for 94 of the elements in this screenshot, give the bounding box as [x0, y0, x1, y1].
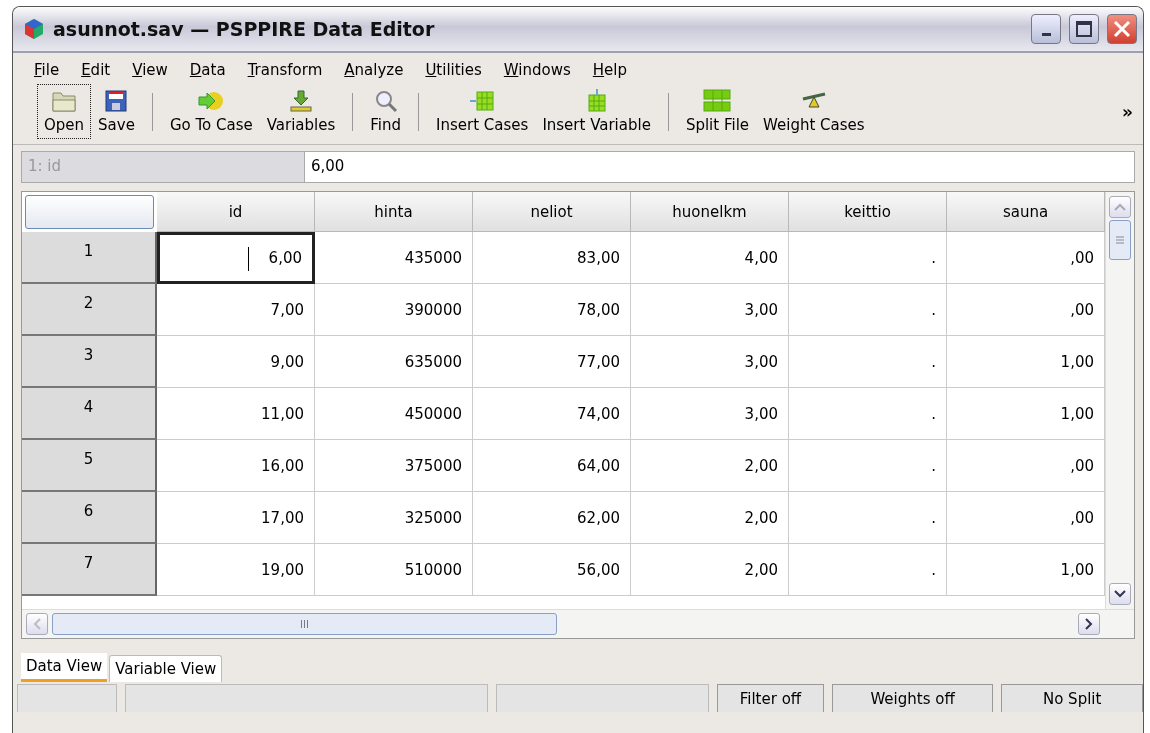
table-cell[interactable]: .: [789, 440, 947, 492]
column-header[interactable]: huonelkm: [631, 192, 789, 232]
menu-item[interactable]: Edit: [70, 61, 122, 79]
table-cell[interactable]: 62,00: [473, 492, 631, 544]
status-field: Weights off: [831, 684, 994, 712]
horizontal-scrollbar[interactable]: III: [22, 609, 1134, 638]
table-cell[interactable]: .: [789, 284, 947, 336]
toolbar-button[interactable]: Save: [91, 84, 142, 139]
arrow-icon: [197, 89, 226, 113]
table-cell[interactable]: 510000: [315, 544, 473, 596]
table-cell[interactable]: 435000: [315, 232, 473, 284]
row-header[interactable]: 6: [22, 492, 157, 544]
menu-item[interactable]: Data: [178, 61, 237, 79]
scroll-thumb[interactable]: III: [52, 613, 557, 635]
cube-icon: [23, 18, 45, 40]
table-icon: [469, 89, 496, 113]
toolbar-button[interactable]: Split File: [678, 84, 757, 139]
table-cell[interactable]: 74,00: [473, 388, 631, 440]
table-cell[interactable]: 325000: [315, 492, 473, 544]
table-cell[interactable]: 77,00: [473, 336, 631, 388]
variables-icon: [288, 89, 315, 113]
column-header[interactable]: id: [157, 192, 315, 232]
table-cell[interactable]: 64,00: [473, 440, 631, 492]
overflow-button[interactable]: »: [1122, 101, 1133, 122]
menu-item[interactable]: File: [23, 61, 71, 79]
select-all-button[interactable]: [25, 195, 154, 229]
menu-item[interactable]: Utilities: [414, 61, 493, 79]
toolbar-button[interactable]: Go To Case: [162, 84, 260, 139]
table-cell[interactable]: 7,00: [157, 284, 315, 336]
table-cell[interactable]: .: [789, 232, 947, 284]
window-title: asunnot.sav — PSPPIRE Data Editor: [53, 18, 436, 40]
table-cell[interactable]: 390000: [315, 284, 473, 336]
menu-item[interactable]: Help: [581, 61, 639, 79]
split-table-icon: [703, 89, 732, 113]
status-field: No Split: [1001, 684, 1143, 712]
table-cell[interactable]: 56,00: [473, 544, 631, 596]
row-header[interactable]: 3: [22, 336, 157, 388]
folder-icon: [51, 89, 78, 113]
table-cell[interactable]: 3,00: [631, 388, 789, 440]
row-header[interactable]: 5: [22, 440, 157, 492]
table-cell[interactable]: 450000: [315, 388, 473, 440]
toolbar-button[interactable]: Insert Variable: [535, 84, 658, 139]
minimize-icon: [1041, 32, 1051, 36]
tab[interactable]: Data View: [21, 653, 108, 682]
table-cell[interactable]: 16,00: [157, 440, 315, 492]
column-header[interactable]: hinta: [315, 192, 473, 232]
vertical-scrollbar[interactable]: [1105, 192, 1134, 609]
scroll-thumb[interactable]: [1109, 220, 1131, 260]
table-cell[interactable]: 83,00: [473, 232, 631, 284]
table-cell[interactable]: 375000: [315, 440, 473, 492]
status-field: Filter off: [717, 684, 824, 712]
toolbar-button[interactable]: Find: [363, 84, 409, 139]
toolbar-button[interactable]: Open: [37, 84, 92, 139]
column-header[interactable]: neliot: [473, 192, 631, 232]
table-cell[interactable]: 19,00: [157, 544, 315, 596]
table-cell[interactable]: 6,00: [157, 232, 315, 284]
close-icon: [1113, 20, 1131, 38]
table-cell[interactable]: 635000: [315, 336, 473, 388]
search-icon: [373, 89, 398, 113]
table-cell[interactable]: 9,00: [157, 336, 315, 388]
table-cell[interactable]: .: [789, 544, 947, 596]
table-cell[interactable]: 3,00: [631, 284, 789, 336]
grip-icon: [1115, 235, 1125, 245]
menu-item[interactable]: View: [121, 61, 179, 79]
save-icon: [104, 89, 129, 113]
row-header[interactable]: 2: [22, 284, 157, 336]
table-cell[interactable]: .: [789, 336, 947, 388]
toolbar-button[interactable]: Insert Cases: [429, 84, 536, 139]
maximize-icon: [1076, 21, 1092, 37]
tab[interactable]: Variable View: [109, 655, 223, 682]
table-cell[interactable]: 2,00: [631, 440, 789, 492]
menu-item[interactable]: Windows: [492, 61, 582, 79]
row-header[interactable]: 7: [22, 544, 157, 596]
table-cell[interactable]: 11,00: [157, 388, 315, 440]
table-cell[interactable]: 78,00: [473, 284, 631, 336]
table-cell[interactable]: 4,00: [631, 232, 789, 284]
menu-item[interactable]: Transform: [236, 61, 334, 79]
menu-item[interactable]: Analyze: [333, 61, 415, 79]
column-header[interactable]: sauna: [947, 192, 1105, 232]
toolbar-button[interactable]: Variables: [259, 84, 343, 139]
maximize-button[interactable]: [1069, 14, 1099, 44]
toolbar-button[interactable]: Weight Cases: [756, 84, 872, 139]
column-header[interactable]: keittio: [789, 192, 947, 232]
row-header[interactable]: 1: [22, 232, 157, 284]
table-cell[interactable]: .: [789, 388, 947, 440]
close-button[interactable]: [1107, 14, 1137, 44]
row-header[interactable]: 4: [22, 388, 157, 440]
table-cell[interactable]: 2,00: [631, 492, 789, 544]
table-cell[interactable]: 17,00: [157, 492, 315, 544]
table-cell[interactable]: .: [789, 492, 947, 544]
minimize-button[interactable]: [1031, 14, 1061, 44]
table-cell[interactable]: 3,00: [631, 336, 789, 388]
text-cursor: [248, 247, 249, 271]
table-cell[interactable]: 2,00: [631, 544, 789, 596]
